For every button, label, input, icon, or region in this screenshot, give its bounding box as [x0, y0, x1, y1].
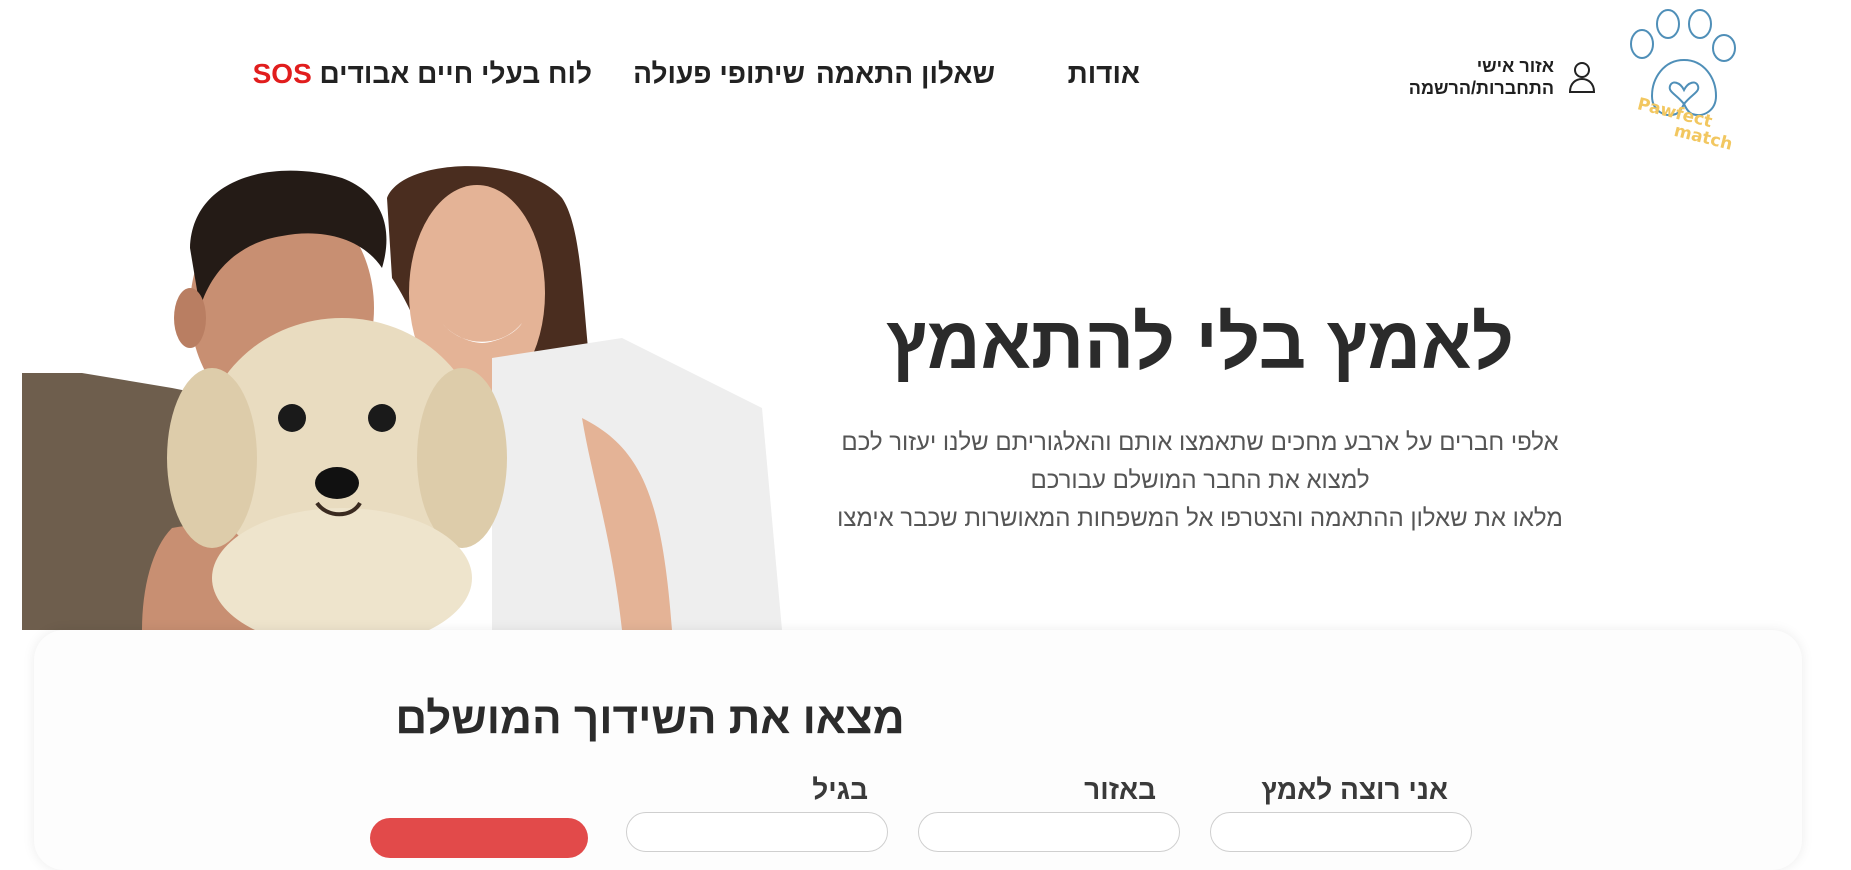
- account-subtitle: התחברות/הרשמה: [1408, 78, 1554, 98]
- nav-lost-animals-label: לוח בעלי חיים אבודים: [319, 58, 592, 89]
- sos-badge: SOS: [252, 58, 312, 89]
- adopt-type-select[interactable]: [1210, 812, 1472, 852]
- nav-partners[interactable]: שיתופי פעולה: [633, 58, 805, 90]
- user-icon: [1568, 62, 1596, 93]
- adopt-type-label: אני רוצה לאמץ: [1261, 774, 1448, 805]
- age-select[interactable]: [626, 812, 888, 852]
- nav-match-quiz[interactable]: שאלון התאמה: [816, 58, 995, 90]
- hero-desc-line-3: מלאו את שאלון ההתאמה והצטרפו אל המשפחות …: [837, 505, 1563, 532]
- hero-title: לאמץ בלי להתאמץ: [886, 301, 1514, 384]
- account-title: אזור אישי: [1476, 56, 1554, 76]
- site-header: Pawfect match אזור אישי התחברות/הרשמה או…: [0, 0, 1851, 155]
- hero-description: אלפי חברים על ארבע מחכים שתאמצו אותם והא…: [790, 424, 1610, 538]
- hero-desc-line-1: אלפי חברים על ארבע מחכים שתאמצו אותם והא…: [841, 429, 1559, 456]
- account-texts: אזור אישי התחברות/הרשמה: [1409, 55, 1554, 99]
- age-label: בגיל: [812, 774, 868, 805]
- nav-lost-animals-board[interactable]: לוח בעלי חיים אבודים SOS: [253, 58, 592, 90]
- search-button[interactable]: [370, 818, 588, 858]
- main-nav: אודות שאלון התאמה שיתופי פעולה לוח בעלי …: [253, 58, 1140, 98]
- couple-with-dog-image: [22, 166, 782, 630]
- area-select[interactable]: [918, 812, 1180, 852]
- area-label: באזור: [1084, 774, 1156, 805]
- account-link[interactable]: אזור אישי התחברות/הרשמה: [1400, 52, 1596, 102]
- match-card-title: מצאו את השידוך המושלם: [395, 694, 905, 743]
- hero-desc-line-2: למצוא את החבר המושלם עבורכם: [1030, 467, 1370, 494]
- hero-photo: [22, 158, 782, 630]
- nav-about[interactable]: אודות: [1068, 58, 1140, 90]
